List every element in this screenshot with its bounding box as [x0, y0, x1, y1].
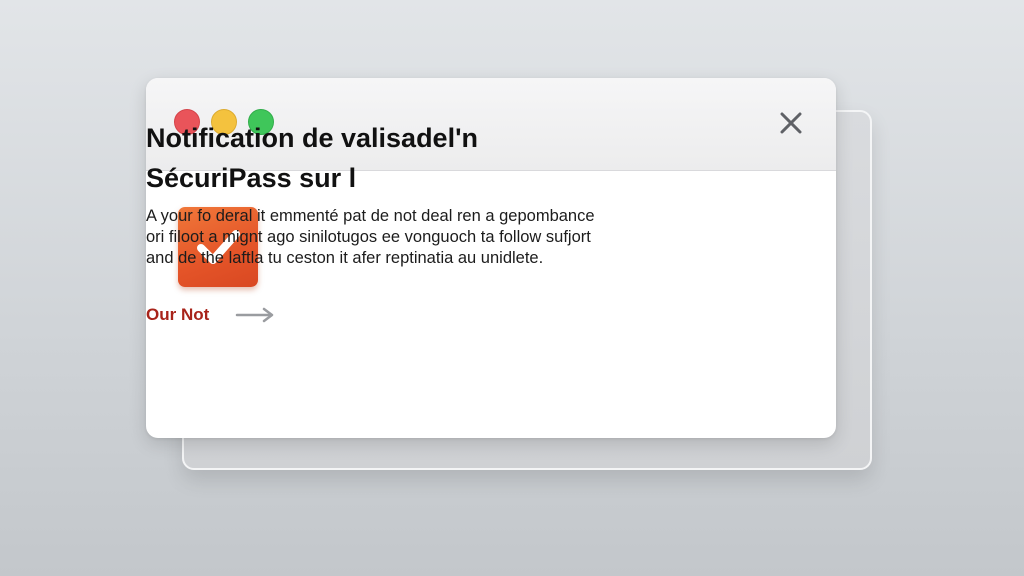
dialog-title: Notification de valisadel'n SécuriPass s…: [146, 118, 566, 198]
dialog-message-line: ori filoot a mignt ago sinilotugos ee vo…: [146, 228, 591, 246]
action-link-label[interactable]: Our Not: [146, 305, 209, 325]
dialog-message-line: and de the laftla tu ceston it afer rept…: [146, 249, 544, 267]
dialog-title-line-2: SécuriPass sur l: [146, 163, 357, 193]
arrow-right-icon[interactable]: [235, 305, 275, 325]
dialog-title-line-1: Notification de valisadel'n: [146, 123, 478, 153]
dialog-message: A your fo deral it emmenté pat de not de…: [146, 206, 666, 269]
dialog-message-line: A your fo deral it emmenté pat de not de…: [146, 207, 595, 225]
action-link[interactable]: Our Not: [146, 305, 275, 325]
close-icon[interactable]: [776, 108, 806, 138]
